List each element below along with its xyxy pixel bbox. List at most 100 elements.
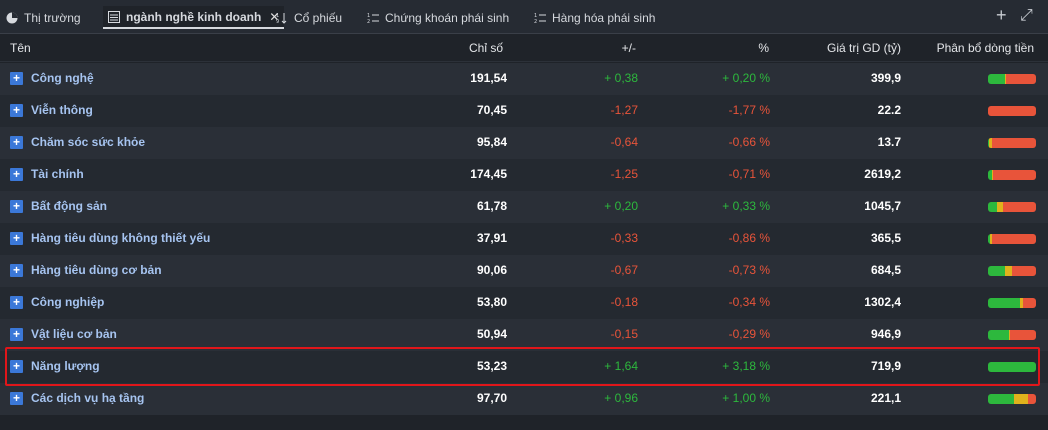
tab-commodity-derivatives[interactable]: 12 Hàng hóa phái sinh	[534, 6, 655, 29]
table-row[interactable]: + Chăm sóc sức khỏe 95,84 -0,64 -0,66 % 13.7	[0, 127, 1048, 159]
sector-value: 22.2	[877, 103, 901, 117]
tab-derivatives[interactable]: 12 Chứng khoán phái sinh	[367, 6, 509, 29]
table-row[interactable]: + Vật liệu cơ bản 50,94 -0,15 -0,29 % 946,9	[0, 319, 1048, 351]
sort-icon: 19	[276, 12, 288, 25]
sector-change: -1,25	[610, 167, 638, 181]
expand-row-icon[interactable]: +	[10, 200, 23, 213]
flow-down-segment	[1005, 74, 1036, 84]
sector-index: 97,70	[476, 391, 507, 405]
sector-change: -0,64	[610, 135, 638, 149]
sector-value: 365,5	[870, 231, 901, 245]
expand-row-icon[interactable]: +	[10, 232, 23, 245]
col-change[interactable]: +/-	[622, 41, 636, 55]
flow-flat-segment	[1004, 266, 1012, 276]
sector-name[interactable]: Công nghệ	[31, 71, 94, 85]
sector-value: 1045,7	[864, 199, 901, 213]
tab-stocks[interactable]: 19 Cổ phiếu	[276, 6, 342, 29]
money-flow-bar	[988, 266, 1036, 276]
expand-row-icon[interactable]: +	[10, 104, 23, 117]
tab-label: Hàng hóa phái sinh	[552, 10, 656, 25]
sector-index: 53,80	[476, 295, 507, 309]
col-percent[interactable]: %	[758, 41, 769, 55]
expand-row-icon[interactable]: +	[10, 72, 23, 85]
tab-bar: Thị trường ngành nghề kinh doanh ✕ 19 Cổ…	[0, 0, 1048, 34]
sector-name[interactable]: Viễn thông	[31, 103, 93, 117]
sector-value: 946,9	[870, 327, 901, 341]
table-row[interactable]: + Viễn thông 70,45 -1,27 -1,77 % 22.2	[0, 95, 1048, 127]
flow-down-segment	[991, 234, 1036, 244]
expand-row-icon[interactable]: +	[10, 168, 23, 181]
sector-name[interactable]: Hàng tiêu dùng không thiết yếu	[31, 231, 210, 245]
sector-name[interactable]: Vật liệu cơ bản	[31, 327, 117, 341]
sector-percent: -1,77 %	[728, 103, 770, 117]
sector-change: -0,15	[610, 327, 638, 341]
flow-up-segment	[988, 266, 1005, 276]
table-row[interactable]: + Công nghiệp 53,80 -0,18 -0,34 % 1302,4	[0, 287, 1048, 319]
sector-name[interactable]: Hàng tiêu dùng cơ bản	[31, 263, 162, 277]
money-flow-bar	[988, 74, 1036, 84]
flow-down-segment	[993, 170, 1036, 180]
sector-name[interactable]: Các dịch vụ hạ tầng	[31, 391, 144, 405]
flow-up-segment	[988, 74, 1005, 84]
sector-name[interactable]: Tài chính	[31, 167, 84, 181]
col-value[interactable]: Giá trị GD (tỷ)	[827, 41, 901, 55]
sector-name[interactable]: Chăm sóc sức khỏe	[31, 135, 145, 149]
table-row[interactable]: + Các dịch vụ hạ tầng 97,70 + 0,96 + 1,00 % 2…	[0, 383, 1048, 415]
sector-index: 191,54	[470, 71, 507, 85]
money-flow-bar	[988, 298, 1036, 308]
col-name[interactable]: Tên	[10, 41, 31, 55]
sector-name[interactable]: Năng lượng	[31, 359, 100, 373]
sector-change: + 1,64	[604, 359, 638, 373]
table-row[interactable]: + Tài chính 174,45 -1,25 -0,71 % 2619,2	[0, 159, 1048, 191]
tab-industry[interactable]: ngành nghề kinh doanh ✕	[103, 6, 285, 29]
flow-down-segment	[988, 106, 1036, 116]
tab-label: Thị trường	[24, 10, 81, 25]
expand-row-icon[interactable]: +	[10, 264, 23, 277]
flow-down-segment	[1002, 202, 1036, 212]
flow-up-segment	[988, 202, 998, 212]
sector-name[interactable]: Công nghiệp	[31, 295, 104, 309]
expand-row-icon[interactable]: +	[10, 392, 23, 405]
col-flow[interactable]: Phân bổ dòng tiền	[937, 41, 1034, 55]
expand-row-icon[interactable]: +	[10, 360, 23, 373]
tab-market[interactable]: Thị trường	[6, 6, 81, 29]
sector-percent: + 0,20 %	[722, 71, 770, 85]
expand-row-icon[interactable]: +	[10, 136, 23, 149]
flow-flat-segment	[1014, 394, 1029, 404]
sector-value: 1302,4	[864, 295, 901, 309]
sector-value: 13.7	[877, 135, 901, 149]
sector-index: 174,45	[470, 167, 507, 181]
sector-change: + 0,96	[604, 391, 638, 405]
sector-percent: -0,66 %	[728, 135, 770, 149]
expand-icon[interactable]: ⤢	[1020, 7, 1033, 25]
flow-down-segment	[1022, 298, 1036, 308]
sector-index: 90,06	[476, 263, 507, 277]
flow-up-segment	[988, 298, 1020, 308]
flow-up-segment	[988, 330, 1010, 340]
svg-text:2: 2	[367, 19, 370, 24]
flow-down-segment	[1011, 266, 1036, 276]
sector-change: -1,27	[610, 103, 638, 117]
money-flow-bar	[988, 138, 1036, 148]
sector-index: 50,94	[476, 327, 507, 341]
col-index[interactable]: Chỉ số	[469, 41, 503, 55]
tab-label: Cổ phiếu	[294, 10, 343, 25]
money-flow-bar	[988, 394, 1036, 404]
sector-name[interactable]: Bất động sản	[31, 199, 107, 213]
money-flow-bar	[988, 170, 1036, 180]
flow-down-segment	[1028, 394, 1036, 404]
table-row[interactable]: + Hàng tiêu dùng không thiết yếu 37,91 -0,3…	[0, 223, 1048, 255]
sector-percent: + 0,33 %	[722, 199, 770, 213]
sector-index: 61,78	[476, 199, 507, 213]
sector-change: -0,33	[610, 231, 638, 245]
expand-row-icon[interactable]: +	[10, 296, 23, 309]
table-row[interactable]: + Công nghệ 191,54 + 0,38 + 0,20 % 399,9	[0, 63, 1048, 95]
money-flow-bar	[988, 106, 1036, 116]
table-row[interactable]: + Hàng tiêu dùng cơ bản 90,06 -0,67 -0,73 % 6…	[0, 255, 1048, 287]
sector-index: 70,45	[476, 103, 507, 117]
sector-index: 37,91	[476, 231, 507, 245]
table-row[interactable]: + Bất động sản 61,78 + 0,20 + 0,33 % 1045,7	[0, 191, 1048, 223]
table-row[interactable]: + Năng lượng 53,23 + 1,64 + 3,18 % 719,9	[0, 351, 1048, 383]
add-tab-icon[interactable]: +	[996, 5, 1007, 26]
expand-row-icon[interactable]: +	[10, 328, 23, 341]
